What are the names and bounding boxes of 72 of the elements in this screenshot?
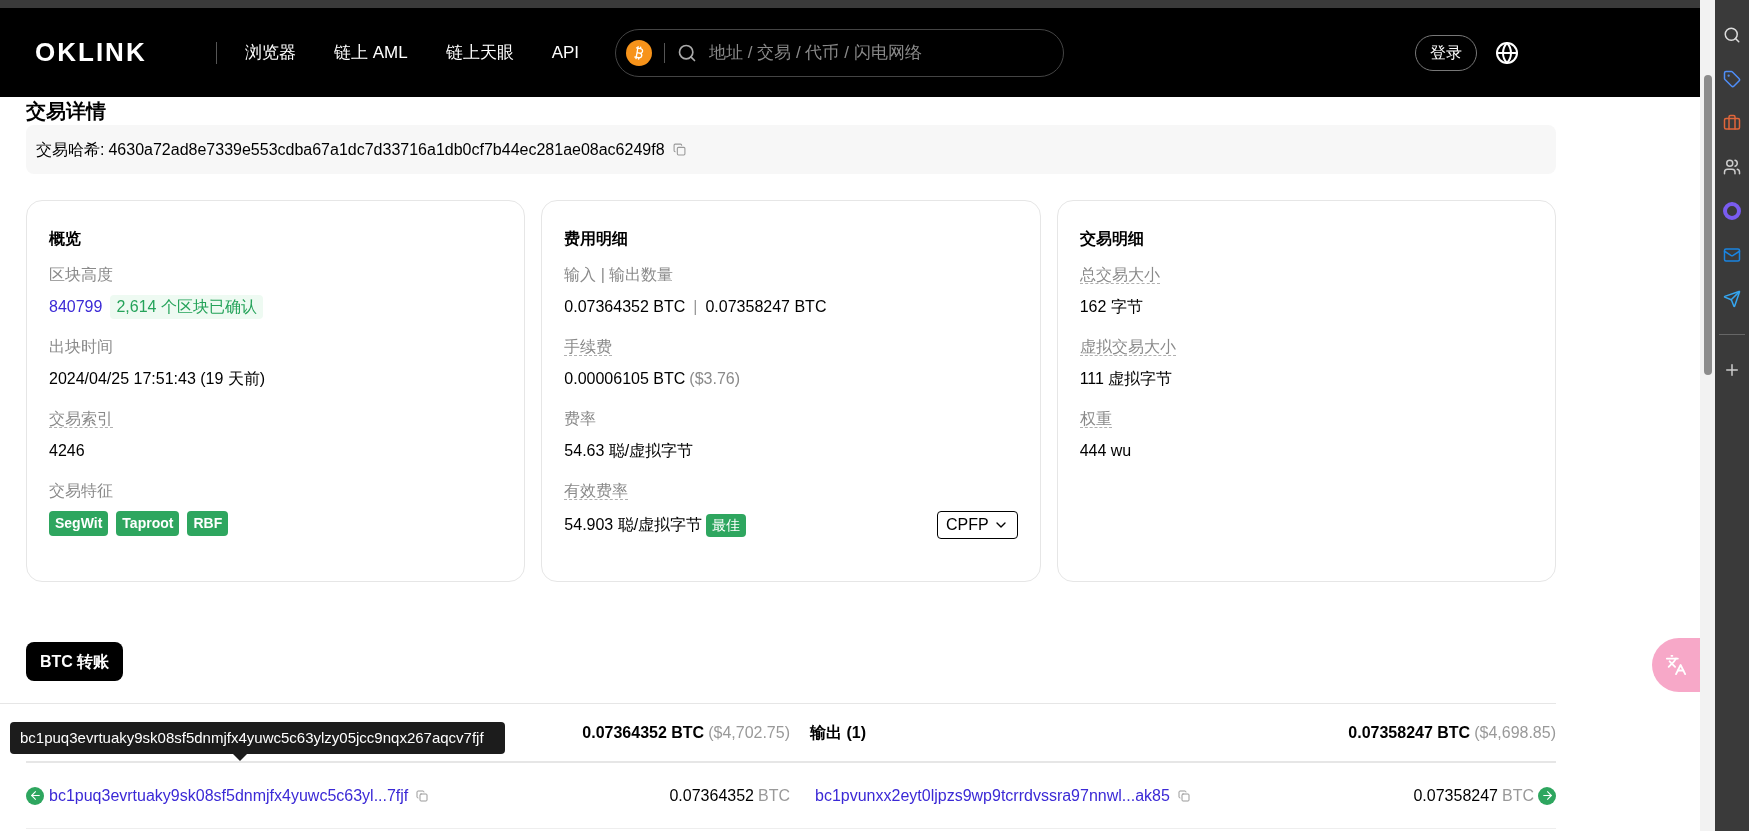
app-logo-icon[interactable]: [1723, 202, 1741, 220]
input-address-link[interactable]: bc1puq3evrtuaky9sk08sf5dnmjfx4yuwc5c63yl...7fjf: [49, 783, 409, 808]
add-icon[interactable]: [1723, 361, 1741, 379]
scrollbar[interactable]: [1700, 0, 1715, 831]
search-icon: [677, 42, 698, 63]
field-value: 162 字节: [1079, 297, 1144, 317]
unit-label: BTC: [1502, 785, 1534, 806]
nav-link[interactable]: API: [551, 39, 580, 66]
field-value: 444 wu: [1079, 441, 1133, 461]
search-input[interactable]: 地址 / 交易 / 代币 / 闪电网络: [709, 39, 1054, 66]
nav-link[interactable]: 链上天眼: [445, 39, 514, 66]
field-value: 54.903 聪/虚拟字节: [564, 515, 703, 535]
output-total: 0.07358247 BTC: [1348, 722, 1471, 743]
field-value: 111 虚拟字节: [1079, 369, 1174, 389]
people-icon[interactable]: [1723, 158, 1741, 176]
btc-transfer-tab[interactable]: BTC 转账: [26, 642, 124, 681]
field-label: 权重: [1079, 410, 1112, 428]
card-title: 费用明细: [564, 229, 630, 249]
field-label: 交易索引: [49, 410, 113, 428]
field-label: 手续费: [564, 338, 613, 356]
copy-icon[interactable]: [1177, 789, 1190, 802]
send-icon[interactable]: [1723, 290, 1741, 308]
translate-button[interactable]: [1652, 638, 1700, 692]
search-icon[interactable]: [1723, 26, 1741, 44]
field-value: 0.07364352 BTC: [564, 297, 686, 317]
language-globe-icon[interactable]: [1495, 40, 1519, 65]
usd-value: ($4,702.75): [708, 722, 790, 743]
best-badge: 最佳: [706, 513, 747, 537]
logo[interactable]: OKLINK: [35, 33, 168, 72]
translate-icon: [1665, 654, 1687, 676]
field-label: 区块高度: [49, 266, 113, 283]
field-value: 54.63 聪/虚拟字节: [564, 441, 695, 461]
copy-icon[interactable]: [416, 789, 429, 802]
feature-tag: SegWit: [49, 511, 109, 536]
tooltip-pointer: [232, 753, 248, 761]
unit-label: BTC: [758, 785, 790, 806]
bitcoin-icon[interactable]: [626, 39, 653, 66]
field-label: 输入 | 输出数量: [564, 266, 674, 283]
field-label: 费率: [564, 410, 597, 427]
feature-tag: RBF: [187, 511, 229, 536]
card-title: 概览: [49, 229, 82, 249]
page-title: 交易详情: [26, 99, 107, 123]
block-link[interactable]: 840799: [49, 295, 103, 319]
field-value: 4246: [49, 441, 86, 461]
copy-icon[interactable]: [672, 143, 686, 156]
nav-link[interactable]: 链上 AML: [334, 39, 408, 66]
field-value: 0.07358247 BTC: [705, 297, 827, 317]
field-label: 交易特征: [49, 482, 113, 499]
field-value: 2024/04/25 17:51:43 (19 天前): [49, 369, 267, 389]
mail-icon[interactable]: [1723, 246, 1741, 264]
hash-label: 交易哈希:: [36, 139, 105, 160]
briefcase-icon[interactable]: [1723, 114, 1741, 132]
output-amount: 0.07358247: [1413, 785, 1498, 806]
input-total: 0.07364352 BTC: [582, 722, 705, 743]
field-label: 虚拟交易大小: [1079, 338, 1176, 356]
card-title: 交易明细: [1079, 229, 1145, 249]
feature-tag: Taproot: [116, 511, 180, 536]
usd-value: ($4,698.85): [1474, 722, 1556, 743]
field-label: 出块时间: [49, 338, 113, 355]
confirmations-badge: 2,614 个区块已确认: [110, 295, 263, 319]
separator: |: [693, 297, 698, 317]
field-label: 总交易大小: [1079, 266, 1160, 284]
output-address-link[interactable]: bc1pvunxx2eyt0ljpzs9wp9tcrrdvssra97nnwl...ak85: [815, 783, 1170, 808]
usd-value: ($3.76): [689, 369, 740, 389]
field-label: 有效费率: [564, 482, 629, 500]
nav-link[interactable]: 浏览器: [245, 39, 296, 66]
outputs-title: 输出 (1): [810, 722, 866, 743]
input-amount: 0.07364352: [669, 785, 754, 806]
hash-value: 4630a72ad8e7339e553cdba67a1dc7d33716a1db0cf7b44ec281ae08ac6249f8: [108, 139, 665, 160]
field-value: 0.00006105 BTC: [564, 369, 686, 389]
tag-icon[interactable]: [1723, 70, 1741, 88]
cpfp-dropdown[interactable]: CPFP: [937, 511, 1018, 539]
